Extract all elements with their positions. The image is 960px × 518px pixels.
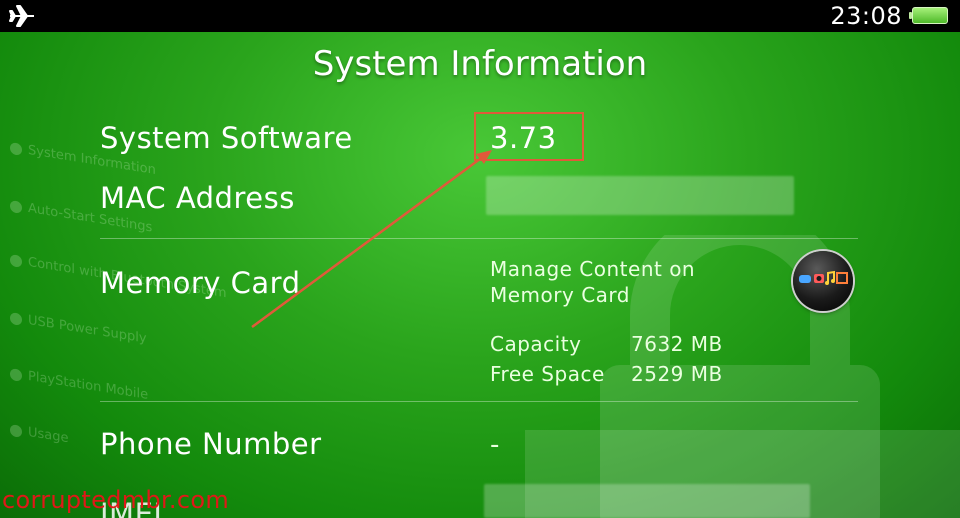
annotation-arrow: [251, 150, 492, 329]
watermark: corruptedmbr.com: [2, 486, 230, 514]
screen: System Information Auto-Start Settings C…: [0, 0, 960, 518]
